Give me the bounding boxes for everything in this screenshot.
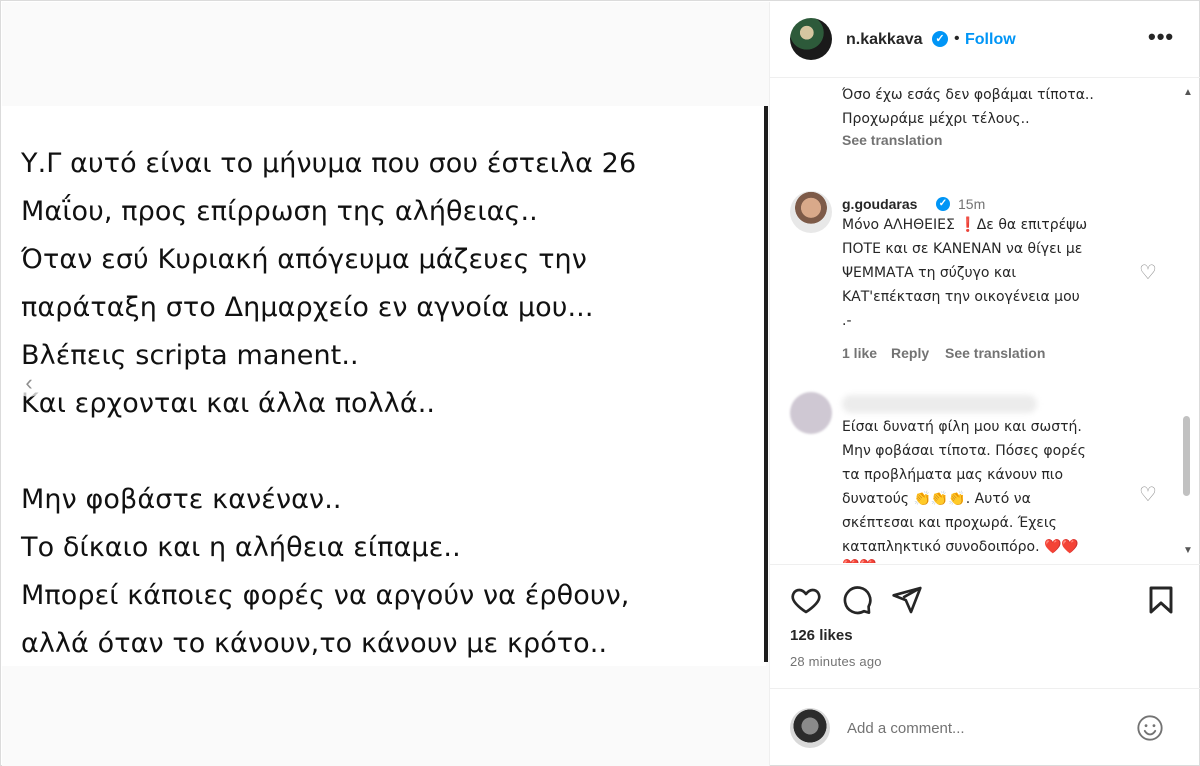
separator-dot: • [954,30,960,47]
blurred-username [842,395,1037,413]
post-text-line: Υ.Γ αυτό είναι το μήνυμα που σου έστειλα… [21,148,637,179]
comment-line: ΨΕΜΜΑΤΑ τη σύζυγο και [842,265,1017,281]
bookmark-icon[interactable] [1145,584,1177,616]
post-text-line: παράταξη στο Δημαρχείο εν αγνοία μου... [21,292,594,323]
comment-line: Μόνο ΑΛΗΘΕΙΕΣ ❗Δε θα επιτρέψω [842,217,1088,233]
post-text-line: Όταν εσύ Κυριακή απόγευμα μάζευες την [21,244,587,275]
post-header: n.kakkava ✓ • Follow ••• [770,2,1200,78]
avatar[interactable] [790,708,830,748]
scrollbar-thumb[interactable] [1183,416,1190,496]
scroll-up-arrow-icon[interactable]: ▲ [1183,87,1193,98]
screenshot-edge [764,106,768,662]
comment-username[interactable]: g.goudaras [842,196,917,212]
comments-list[interactable]: Όσο έχω εσάς δεν φοβάμαι τίποτα.. Προχωρ… [770,79,1200,563]
post-image: Υ.Γ αυτό είναι το μήνυμα που σου έστειλα… [2,106,766,666]
post-text-line: Το δίκαιο και η αλήθεια είπαμε.. [21,532,461,563]
author-username[interactable]: n.kakkava [846,31,923,49]
caption-line: Προχωράμε μέχρι τέλους.. [842,111,1030,127]
post-window: Υ.Γ αυτό είναι το μήνυμα που σου έστειλα… [0,0,1200,766]
comment-icon[interactable] [841,584,873,616]
comment-line: ΠΟΤΕ και σε ΚΑΝΕΝΑΝ να θίγει με [842,241,1083,257]
comment-line: Είσαι δυνατή φίλη μου και σωστή. [842,419,1082,435]
heart-icon[interactable] [790,584,822,616]
comment-like-heart-icon[interactable]: ♡ [1137,484,1159,506]
comment-line: καταπληκτικό συνοδοιπόρο. ❤️❤️ [842,539,1079,555]
post-text-line: Μην φοβάστε κανέναν.. [21,484,342,515]
follow-button[interactable]: Follow [965,31,1016,49]
see-translation-link[interactable]: See translation [945,345,1045,361]
post-text-line: Μαΐου, προς επίρρωση της αλήθειας.. [21,196,538,227]
post-text-line: Και ερχονται και άλλα πολλά.. [21,388,436,419]
comment-line: Μην φοβάσαι τίποτα. Πόσες φορές [842,443,1086,459]
comment-input[interactable] [847,714,1127,742]
prev-arrow-icon[interactable]: ‹ [15,369,43,397]
share-icon[interactable] [891,584,923,616]
more-options-icon[interactable]: ••• [1148,24,1174,50]
comment-like-count[interactable]: 1 like [842,345,877,361]
verified-badge-icon: ✓ [932,31,948,47]
comment-line: ❤️❤️ [842,556,877,563]
comment-line: δυνατούς 👏👏👏. Αυτό να [842,491,1031,507]
comment-time: 15m [958,196,986,212]
post-media: Υ.Γ αυτό είναι το μήνυμα που σου έστειλα… [2,2,769,766]
avatar[interactable] [790,191,832,233]
post-text-line: Μπορεί κάποιες φορές να αργούν να έρθουν… [21,580,630,611]
post-side-panel: n.kakkava ✓ • Follow ••• Όσο έχω εσάς δε… [769,2,1200,766]
post-timestamp[interactable]: 28 minutes ago [790,654,882,669]
avatar[interactable] [790,392,832,434]
comment-line: τα προβλήματα μας κάνουν πιο [842,467,1064,483]
emoji-icon[interactable] [1136,714,1164,742]
avatar[interactable] [790,18,832,60]
reply-button[interactable]: Reply [891,345,929,361]
post-actions: 126 likes 28 minutes ago [770,564,1200,694]
caption-line: Όσο έχω εσάς δεν φοβάμαι τίποτα.. [842,87,1094,103]
add-comment-bar [770,688,1200,766]
likes-count[interactable]: 126 likes [790,627,853,644]
verified-badge-icon: ✓ [936,197,950,211]
comment-line: .- [842,313,852,329]
comment-like-heart-icon[interactable]: ♡ [1137,262,1159,284]
comment-line: ΚΑΤ'επέκταση την οικογένεια μου [842,289,1080,305]
see-translation-link[interactable]: See translation [842,132,942,148]
post-text-line: Βλέπεις scripta manent.. [21,340,359,371]
post-text-line: αλλά όταν το κάνουν,το κάνουν με κρότο.. [21,628,608,659]
scroll-down-arrow-icon[interactable]: ▼ [1183,545,1193,556]
comment-line: σκέπτεσαι και προχωρά. Έχεις [842,515,1057,531]
